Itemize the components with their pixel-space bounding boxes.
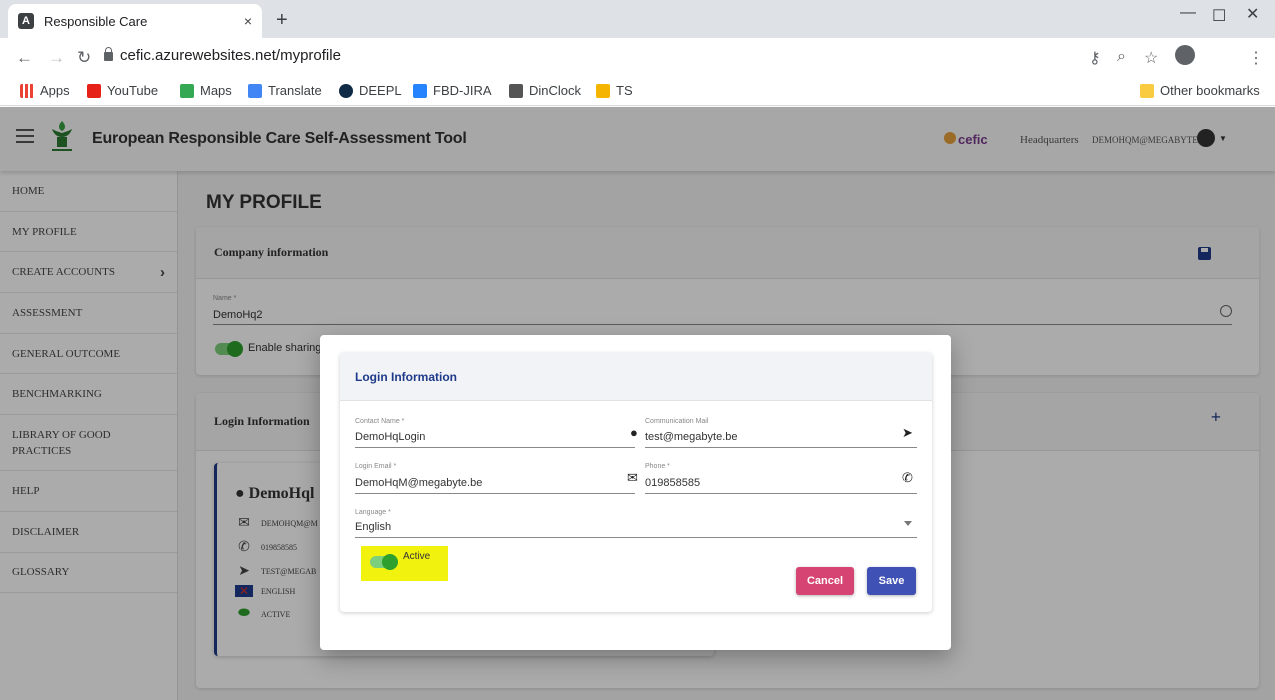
folder-icon	[1140, 83, 1154, 98]
deepl-icon	[339, 83, 353, 98]
tab-title: Responsible Care	[44, 13, 148, 29]
maps-icon	[180, 83, 194, 98]
ts-icon	[596, 83, 610, 98]
bookmark-fbd-jira[interactable]: FBD-JIRA	[413, 83, 492, 98]
contact-name-input[interactable]: DemoHqLogin	[355, 431, 425, 443]
bookmark-label: YouTube	[107, 83, 159, 98]
language-label: Language *	[355, 509, 391, 516]
other-bookmarks[interactable]: Other bookmarks	[1140, 83, 1260, 98]
bookmark-label: Maps	[200, 83, 232, 98]
browser-tab-bar: A Responsible Care × + — ☐ ✕	[0, 0, 1275, 38]
more-menu-icon[interactable]: ⋮	[1248, 48, 1264, 68]
language-underline	[355, 537, 917, 538]
tab-close-icon[interactable]: ×	[244, 13, 252, 29]
star-icon[interactable]: ☆	[1144, 48, 1158, 68]
login-information-dialog: Login Information Contact Name * DemoHqL…	[320, 335, 951, 650]
send-icon: ➤	[902, 425, 913, 440]
comm-mail-input[interactable]: test@megabyte.be	[645, 431, 738, 443]
language-select[interactable]: English	[355, 521, 391, 533]
account-circle-icon: ●	[630, 425, 638, 440]
dialog-header: Login Information	[340, 353, 932, 401]
phone-input[interactable]: 019858585	[645, 477, 700, 489]
reload-icon[interactable]: ↻	[77, 48, 91, 68]
contact-name-underline	[355, 447, 635, 448]
bookmark-youtube[interactable]: YouTube	[87, 83, 158, 98]
bookmark-label: Other bookmarks	[1160, 83, 1260, 98]
phone-label: Phone *	[645, 463, 670, 470]
bookmarks-bar: Apps YouTube Maps Translate DEEPL FBD-JI…	[0, 78, 1275, 106]
chevron-down-icon[interactable]	[904, 521, 912, 526]
active-label: Active	[403, 551, 431, 562]
zoom-icon[interactable]: ⌕	[1117, 48, 1126, 66]
save-button[interactable]: Save	[867, 567, 916, 595]
login-email-underline	[355, 493, 635, 494]
apps-grid-icon	[20, 83, 34, 98]
bookmark-label: TS	[616, 83, 633, 98]
bookmark-label: Apps	[40, 83, 70, 98]
url-input[interactable]: cefic.azurewebsites.net/myprofile	[120, 47, 341, 64]
bookmark-translate[interactable]: Translate	[248, 83, 322, 98]
lock-icon	[104, 47, 113, 61]
minimize-icon[interactable]: —	[1180, 4, 1196, 22]
back-icon[interactable]: ←	[16, 48, 33, 68]
phone-underline	[645, 493, 917, 494]
cancel-button[interactable]: Cancel	[796, 567, 854, 595]
bookmark-dinclock[interactable]: DinClock	[509, 83, 581, 98]
login-email-label: Login Email *	[355, 463, 397, 470]
maximize-icon[interactable]: ☐	[1212, 6, 1226, 26]
bookmark-apps[interactable]: Apps	[20, 83, 70, 98]
browser-tab[interactable]: A Responsible Care ×	[8, 4, 262, 38]
profile-avatar-icon[interactable]	[1175, 45, 1195, 65]
jira-icon	[413, 83, 427, 98]
forward-icon[interactable]: →	[48, 48, 65, 68]
contact-name-label: Contact Name *	[355, 418, 405, 425]
close-window-icon[interactable]: ✕	[1246, 4, 1259, 24]
login-email-input[interactable]: DemoHqM@megabyte.be	[355, 477, 482, 489]
hourglass-icon	[509, 83, 523, 98]
mail-icon: ✉	[627, 470, 638, 485]
bookmark-maps[interactable]: Maps	[180, 83, 232, 98]
dialog-card: Login Information Contact Name * DemoHqL…	[340, 353, 932, 612]
translate-icon	[248, 83, 262, 98]
phone-icon: ✆	[902, 470, 913, 485]
bookmark-label: Translate	[268, 83, 322, 98]
bookmark-deepl[interactable]: DEEPL	[339, 83, 402, 98]
bookmark-label: DEEPL	[359, 83, 402, 98]
comm-mail-underline	[645, 447, 917, 448]
address-bar: ← → ↻ cefic.azurewebsites.net/myprofile …	[0, 38, 1275, 78]
angular-favicon-icon: A	[18, 13, 34, 29]
bookmark-ts[interactable]: TS	[596, 83, 633, 98]
bookmark-label: DinClock	[529, 83, 582, 98]
comm-mail-label: Communication Mail	[645, 418, 709, 425]
dialog-title: Login Information	[355, 369, 457, 384]
youtube-icon	[87, 83, 101, 98]
new-tab-button[interactable]: +	[276, 9, 288, 32]
active-toggle[interactable]	[370, 554, 398, 570]
bookmark-label: FBD-JIRA	[433, 83, 492, 98]
key-icon[interactable]: ⚷	[1089, 48, 1101, 68]
